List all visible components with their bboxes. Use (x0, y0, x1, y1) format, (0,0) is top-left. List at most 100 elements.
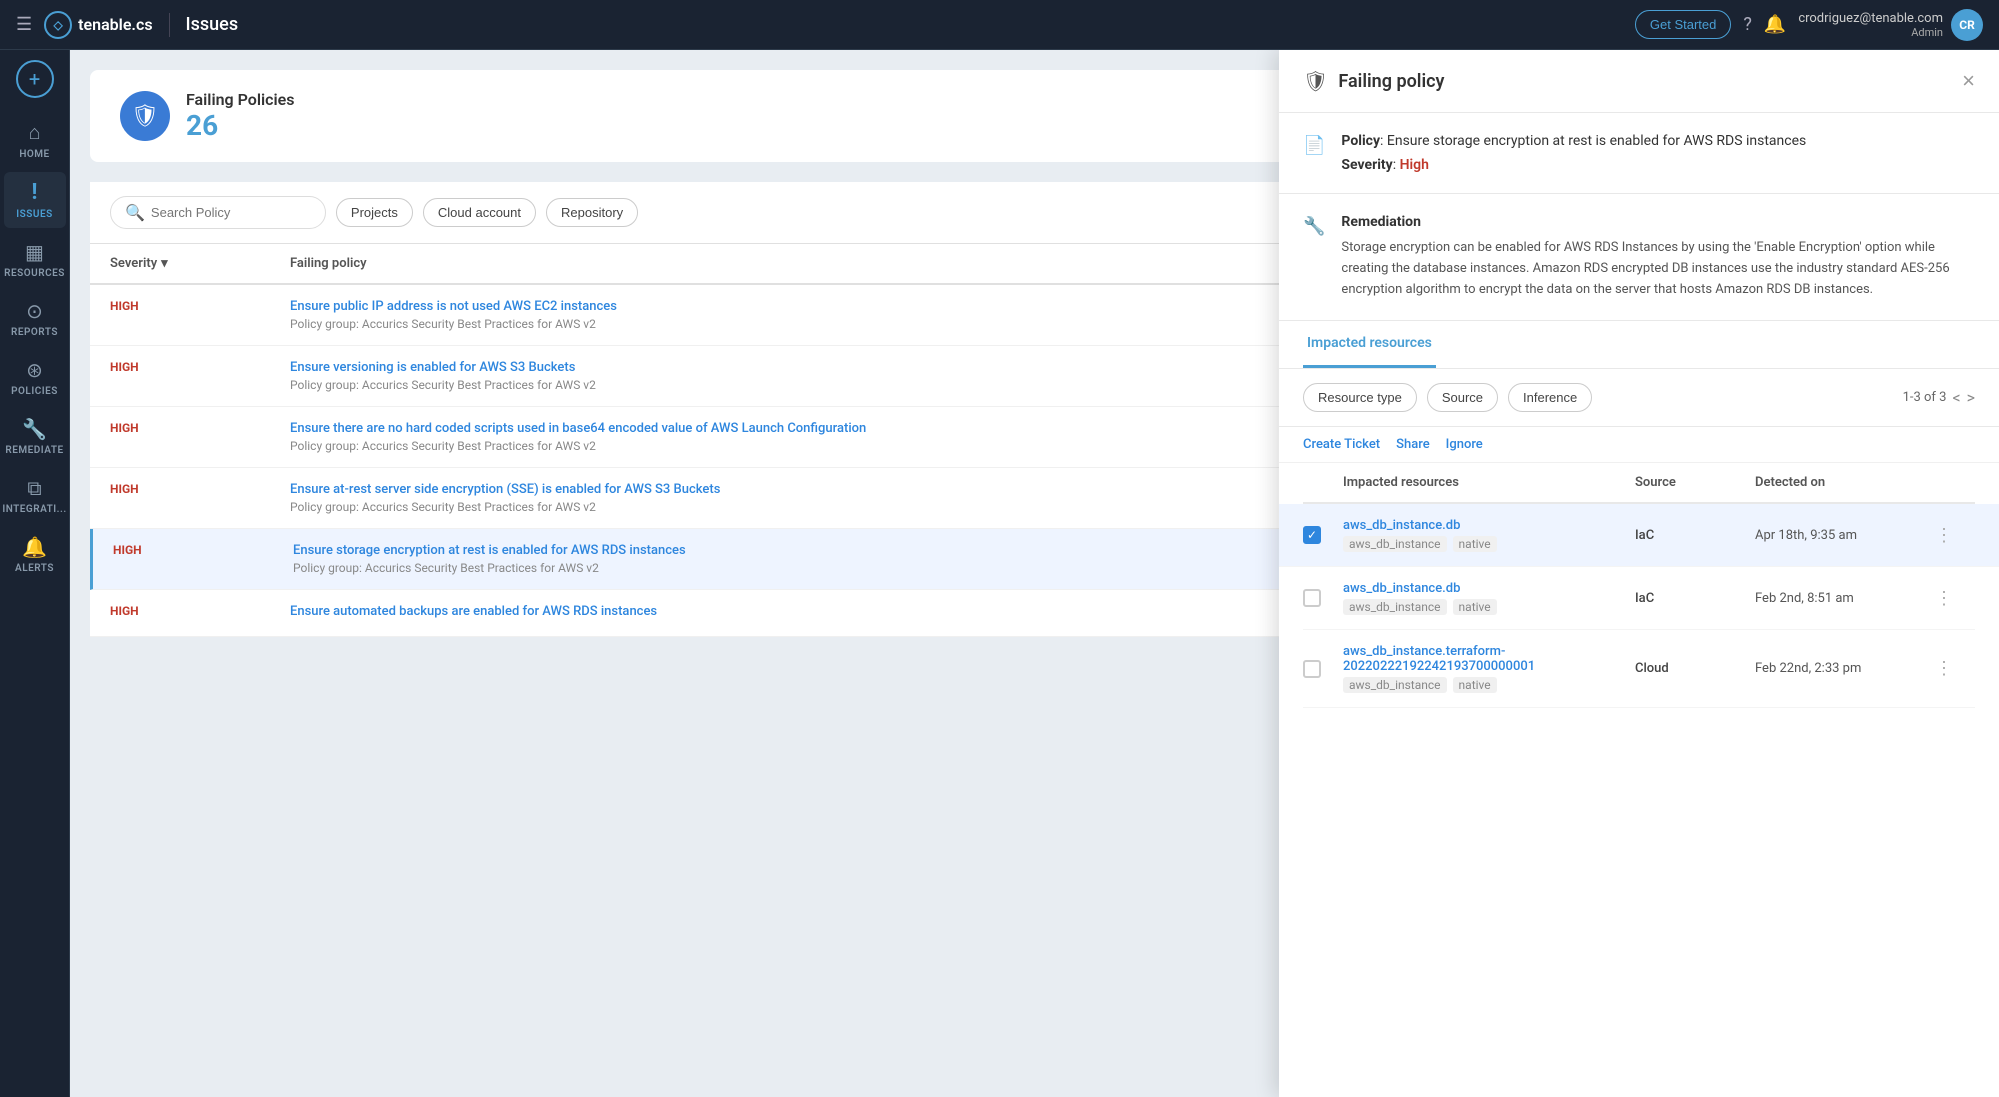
severity-label: Severity (1341, 157, 1392, 173)
share-link[interactable]: Share (1396, 437, 1430, 452)
resources-table: Impacted resources Source Detected on aw… (1279, 463, 1999, 708)
sidebar-label-issues: ISSUES (16, 209, 52, 220)
prev-page-button[interactable]: < (1952, 388, 1960, 407)
ignore-link[interactable]: Ignore (1446, 437, 1483, 452)
tab-impacted-resources[interactable]: Impacted resources (1303, 321, 1436, 368)
detail-remediation-content: Remediation Storage encryption can be en… (1341, 214, 1975, 300)
resource-detected-date: Apr 18th, 9:35 am (1755, 528, 1935, 543)
remediation-label: Remediation (1341, 214, 1975, 230)
severity-value: High (1400, 157, 1429, 173)
sidebar-item-reports[interactable]: ⊙ REPORTS (4, 291, 66, 346)
detected-on-col-header: Detected on (1755, 475, 1935, 490)
close-button[interactable]: × (1962, 68, 1975, 94)
sidebar-item-home[interactable]: ⌂ HOME (4, 112, 66, 168)
resource-source: IaC (1635, 591, 1755, 606)
detail-shield-icon: 🛡 (1303, 69, 1328, 93)
sidebar-label-home: HOME (19, 149, 49, 160)
reports-icon: ⊙ (26, 299, 43, 323)
remediate-icon: 🔧 (22, 417, 47, 441)
sidebar-label-remediate: REMEDIATE (5, 445, 63, 456)
sidebar-label-alerts: ALERTS (15, 563, 54, 574)
list-item: aws_db_instance.terraform-20220222192242… (1303, 630, 1975, 708)
resource-sub: aws_db_instance native (1343, 677, 1635, 693)
pagination: 1-3 of 3 < > (1903, 388, 1975, 407)
resource-info: aws_db_instance.db aws_db_instance nativ… (1343, 581, 1635, 615)
repository-filter[interactable]: Repository (546, 198, 638, 227)
detail-title: Failing policy (1338, 71, 1952, 92)
detail-info-section: 📄 Policy: Ensure storage encryption at r… (1279, 113, 1999, 194)
resource-name[interactable]: aws_db_instance.terraform-20220222192242… (1343, 644, 1635, 674)
checkbox-col-header (1303, 475, 1343, 490)
row-checkbox[interactable] (1303, 526, 1321, 544)
resource-type-filter[interactable]: Resource type (1303, 383, 1417, 412)
resource-type-tag: aws_db_instance (1343, 599, 1447, 615)
sidebar-label-integrations: INTEGRATI... (2, 504, 66, 515)
sidebar-item-issues[interactable]: ! ISSUES (4, 172, 66, 228)
menu-icon[interactable]: ☰ (16, 14, 32, 35)
detail-remediation-section: 🔧 Remediation Storage encryption can be … (1279, 194, 1999, 321)
resource-name[interactable]: aws_db_instance.db (1343, 581, 1635, 596)
get-started-button[interactable]: Get Started (1635, 10, 1731, 39)
sidebar-item-remediate[interactable]: 🔧 REMEDIATE (4, 409, 66, 464)
next-page-button[interactable]: > (1967, 388, 1975, 407)
sidebar-item-integrations[interactable]: ⧉ INTEGRATI... (4, 468, 66, 523)
detail-tabs: Impacted resources (1279, 321, 1999, 369)
detail-header: 🛡 Failing policy × (1279, 50, 1999, 113)
logo: ◇ tenable.cs (44, 11, 152, 39)
resource-detected-date: Feb 22nd, 2:33 pm (1755, 661, 1935, 676)
create-ticket-link[interactable]: Create Ticket (1303, 437, 1380, 452)
logo-text: tenable.cs (78, 15, 152, 34)
issues-header-info: Failing Policies 26 (186, 90, 294, 142)
resource-info: aws_db_instance.terraform-20220222192242… (1343, 644, 1635, 693)
pagination-text: 1-3 of 3 (1903, 390, 1947, 405)
projects-filter[interactable]: Projects (336, 198, 413, 227)
more-options-button[interactable]: ⋮ (1935, 658, 1975, 679)
source-filter[interactable]: Source (1427, 383, 1498, 412)
user-avatar[interactable]: CR (1951, 9, 1983, 41)
home-icon: ⌂ (28, 120, 40, 145)
impacted-resources-col-header: Impacted resources (1343, 475, 1635, 490)
resource-sub: aws_db_instance native (1343, 536, 1635, 552)
detail-info-content: Policy: Ensure storage encryption at res… (1341, 133, 1975, 173)
row-checkbox[interactable] (1303, 589, 1321, 607)
list-item: aws_db_instance.db aws_db_instance nativ… (1279, 504, 1999, 567)
source-col-header: Source (1635, 475, 1755, 490)
row-checkbox[interactable] (1303, 660, 1321, 678)
policy-label: Policy (1341, 133, 1380, 149)
resource-type-tag: aws_db_instance (1343, 677, 1447, 693)
add-button[interactable]: + (16, 60, 54, 98)
sidebar-label-policies: POLICIES (11, 386, 58, 397)
sidebar-item-resources[interactable]: ▦ RESOURCES (4, 232, 66, 287)
severity-badge: HIGH (110, 299, 290, 331)
help-icon[interactable]: ? (1743, 14, 1752, 35)
resource-native-tag: native (1453, 677, 1497, 693)
wrench-icon: 🔧 (1303, 216, 1325, 300)
resources-icon: ▦ (25, 240, 44, 264)
sidebar-item-policies[interactable]: ⊛ POLICIES (4, 350, 66, 405)
search-box[interactable]: 🔍 (110, 196, 326, 229)
issues-header-icon: 🛡 (120, 91, 170, 141)
severity-badge: HIGH (110, 421, 290, 453)
alerts-icon: 🔔 (22, 535, 47, 559)
user-email: crodriguez@tenable.com (1798, 11, 1943, 26)
detail-body: 📄 Policy: Ensure storage encryption at r… (1279, 113, 1999, 1097)
logo-icon: ◇ (44, 11, 72, 39)
issues-header-count: 26 (186, 109, 294, 142)
cloud-account-filter[interactable]: Cloud account (423, 198, 536, 227)
resource-source: IaC (1635, 528, 1755, 543)
notification-icon[interactable]: 🔔 (1764, 14, 1786, 35)
more-options-button[interactable]: ⋮ (1935, 588, 1975, 609)
inference-filter[interactable]: Inference (1508, 383, 1592, 412)
integrations-icon: ⧉ (27, 476, 41, 500)
sidebar-label-resources: RESOURCES (4, 268, 65, 279)
policies-icon: ⊛ (26, 358, 43, 382)
resource-name[interactable]: aws_db_instance.db (1343, 518, 1635, 533)
actions-col-header (1935, 475, 1975, 490)
more-options-button[interactable]: ⋮ (1935, 525, 1975, 546)
detail-actions: Create Ticket Share Ignore (1279, 427, 1999, 463)
search-input[interactable] (151, 205, 311, 220)
user-menu[interactable]: crodriguez@tenable.com Admin CR (1798, 9, 1983, 41)
sidebar-item-alerts[interactable]: 🔔 ALERTS (4, 527, 66, 582)
severity-column-header[interactable]: Severity ▾ (110, 256, 290, 271)
page-title: Issues (186, 14, 239, 35)
